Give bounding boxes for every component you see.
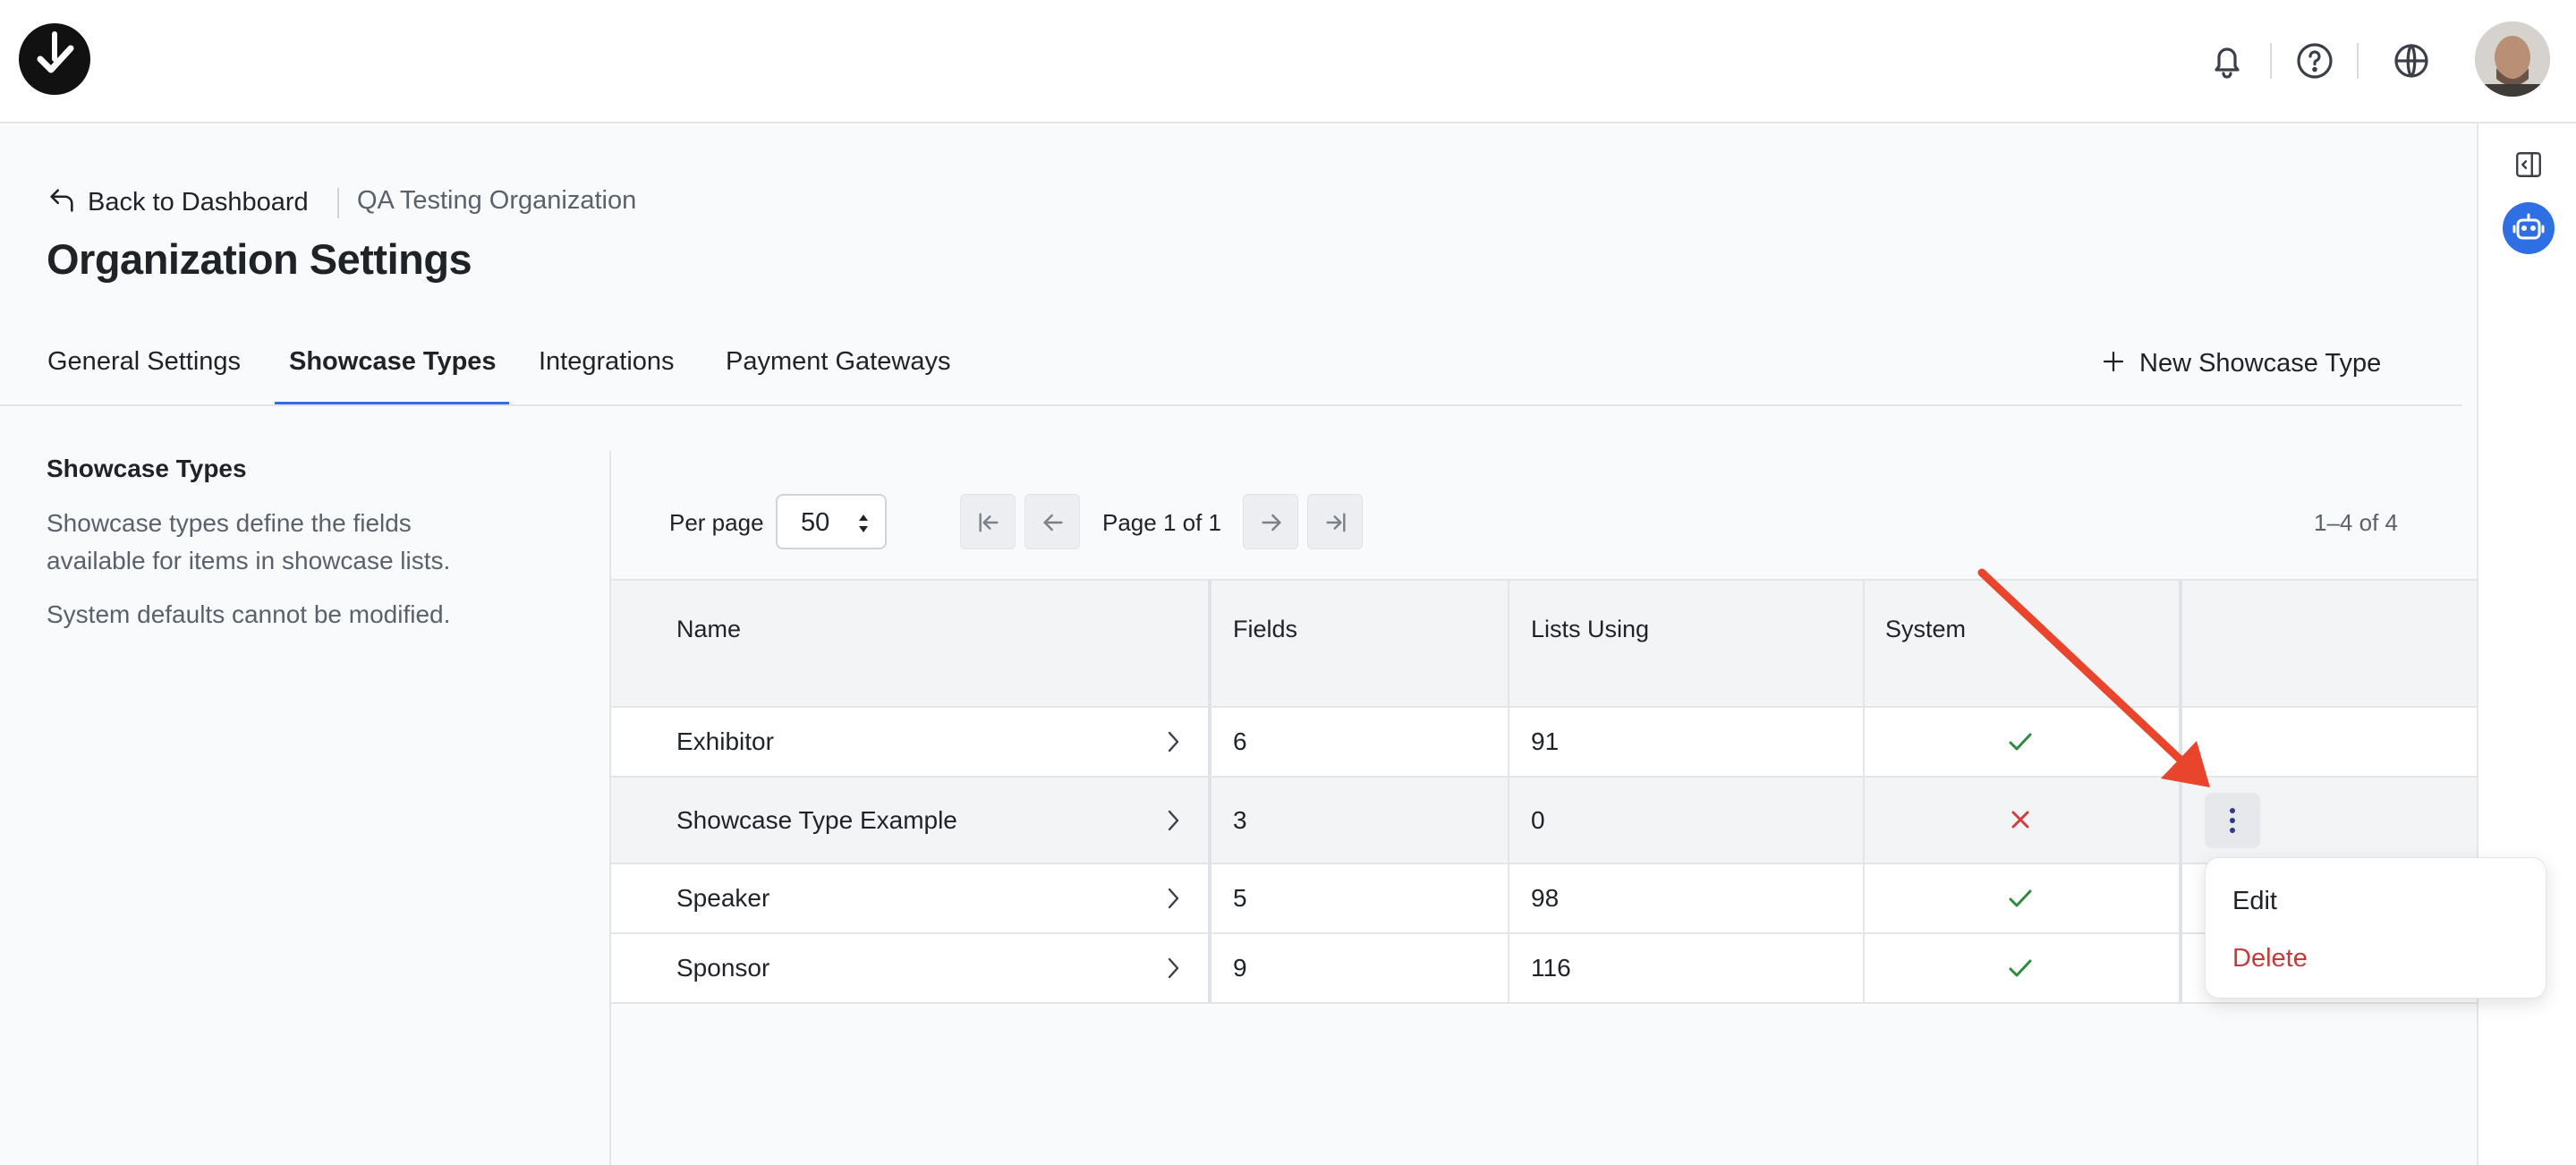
bell-icon[interactable] — [2206, 39, 2249, 82]
results-range: 1–4 of 4 — [2314, 509, 2398, 536]
tab-integrations[interactable]: Integrations — [539, 347, 675, 377]
assistant-bot-icon[interactable] — [2503, 202, 2555, 254]
chevron-right-icon[interactable] — [1161, 885, 1185, 916]
row-fields: 5 — [1233, 884, 1247, 912]
tab-payment-gateways[interactable]: Payment Gateways — [726, 347, 950, 377]
first-page-icon — [979, 513, 999, 532]
column-divider — [1508, 579, 1509, 1004]
tab-showcase-types[interactable]: Showcase Types — [289, 347, 497, 377]
tabs-divider — [0, 404, 2462, 406]
arrow-right-icon — [1262, 514, 1281, 531]
section-title: Showcase Types — [47, 455, 247, 482]
new-showcase-type-button[interactable]: New Showcase Type — [2100, 344, 2381, 383]
back-to-dashboard-link[interactable]: Back to Dashboard — [47, 184, 309, 220]
page-title: Organization Settings — [47, 235, 472, 283]
delete-menu-item[interactable]: Delete — [2232, 944, 2308, 974]
top-bar — [0, 0, 2576, 123]
cross-icon — [2009, 808, 2032, 836]
back-link-label: Back to Dashboard — [88, 187, 309, 217]
row-fields: 6 — [1233, 727, 1247, 755]
column-header-system[interactable]: System — [1885, 616, 1966, 643]
column-divider — [1863, 579, 1865, 1004]
check-icon — [2007, 956, 2034, 985]
right-rail — [2477, 123, 2576, 1165]
chevron-right-icon[interactable] — [1161, 955, 1185, 986]
row-name[interactable]: Showcase Type Example — [676, 806, 957, 835]
edit-menu-item[interactable]: Edit — [2232, 887, 2277, 916]
plus-icon — [2100, 348, 2127, 379]
section-note: System defaults cannot be modified. — [47, 600, 451, 628]
chevron-right-icon[interactable] — [1161, 807, 1185, 838]
breadcrumb-divider — [337, 188, 339, 218]
tab-general-settings[interactable]: General Settings — [47, 347, 241, 377]
row-name[interactable]: Sponsor — [676, 954, 769, 982]
row-actions-menu: Edit Delete — [2205, 857, 2546, 999]
panel-toggle-icon[interactable] — [2512, 149, 2545, 185]
section-description: Showcase types define the fields availab… — [47, 509, 451, 574]
new-showcase-type-label: New Showcase Type — [2139, 348, 2382, 378]
row-actions-button[interactable] — [2205, 793, 2260, 848]
column-divider — [1208, 579, 1211, 1004]
last-page-icon — [1326, 513, 1346, 532]
row-name[interactable]: Exhibitor — [676, 727, 774, 756]
row-lists-using: 91 — [1531, 727, 1560, 755]
help-circle-icon[interactable] — [2293, 39, 2336, 82]
sort-caret-icon — [856, 513, 871, 539]
row-name[interactable]: Speaker — [676, 884, 769, 913]
header-divider — [2270, 43, 2272, 79]
page-indicator: Page 1 of 1 — [1102, 509, 1221, 536]
column-header-name[interactable]: Name — [676, 616, 741, 643]
previous-page-button[interactable] — [1024, 494, 1080, 549]
globe-icon[interactable] — [2390, 39, 2433, 82]
row-lists-using: 116 — [1531, 954, 1571, 982]
brand-logo-icon[interactable] — [19, 23, 90, 95]
per-page-value: 50 — [801, 508, 830, 537]
first-page-button[interactable] — [960, 494, 1016, 549]
row-lists-using: 0 — [1531, 806, 1545, 834]
per-page-select[interactable]: 50 — [776, 494, 887, 549]
row-fields: 3 — [1233, 806, 1247, 834]
check-icon — [2007, 886, 2034, 915]
user-avatar[interactable] — [2475, 21, 2550, 97]
per-page-label: Per page — [669, 509, 764, 536]
header-divider — [2357, 43, 2359, 79]
arrow-left-icon — [1043, 514, 1063, 531]
column-header-fields[interactable]: Fields — [1233, 616, 1297, 643]
row-lists-using: 98 — [1531, 884, 1560, 912]
back-arrow-icon — [47, 185, 77, 220]
column-header-lists-using[interactable]: Lists Using — [1531, 616, 1649, 643]
breadcrumb-organization: QA Testing Organization — [357, 186, 637, 215]
annotation-arrow-icon — [1960, 555, 2228, 801]
last-page-button[interactable] — [1307, 494, 1363, 549]
row-fields: 9 — [1233, 954, 1247, 982]
chevron-right-icon[interactable] — [1161, 728, 1185, 760]
next-page-button[interactable] — [1243, 494, 1298, 549]
